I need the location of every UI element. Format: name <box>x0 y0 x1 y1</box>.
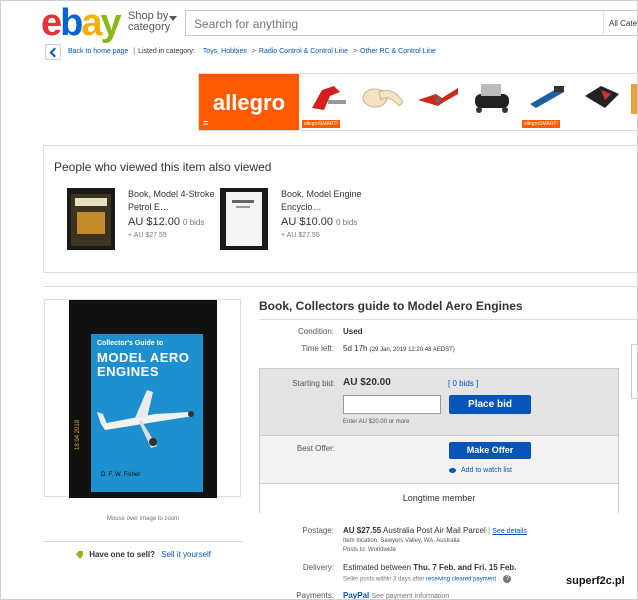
ad-product-compressor[interactable] <box>465 76 519 130</box>
payments-value: PayPal See payment information <box>343 591 450 600</box>
back-to-home-link[interactable]: Back to home page <box>68 48 128 55</box>
watermark: superf2c.pl <box>566 575 625 587</box>
bid-history-link[interactable]: [ 0 bids ] <box>448 379 478 388</box>
date-stamp: 18 04 2018 <box>75 419 81 450</box>
longtime-member-badge: Longtime member <box>402 493 476 503</box>
ad-product-tool[interactable]: allegroSMART! <box>300 76 354 130</box>
breadcrumb: Back to home page | Listed in category: T… <box>68 48 436 55</box>
back-arrow-icon[interactable] <box>45 44 61 60</box>
make-offer-button[interactable]: Make Offer <box>449 442 531 459</box>
time-left-value: 5d 17h (29 Jan, 2019 12:20:48 AEDST) <box>343 344 455 353</box>
item-thumbnail[interactable] <box>67 188 115 250</box>
search-input[interactable]: Search for anything <box>185 10 605 36</box>
see-details-link[interactable]: See details <box>492 528 527 535</box>
postage-label: Postage: <box>302 526 334 535</box>
item-price: AU $12.00 0 bids <box>128 216 205 228</box>
starting-bid-label: Starting bid: <box>292 379 335 388</box>
item-price: AU $10.00 0 bids <box>281 216 358 228</box>
listed-label: Listed in category: <box>138 48 195 55</box>
chevron-down-icon <box>169 16 177 21</box>
item-title[interactable]: Book, Model 4-Stroke Petrol E… <box>128 188 216 214</box>
item-title[interactable]: Book, Model Engine Encyclo… <box>281 188 369 214</box>
shop-by-category-button[interactable]: Shop by category <box>128 11 177 33</box>
ad-product-grinder[interactable]: allegroSMART! <box>520 76 574 130</box>
item-location: Item location: Sawyers Valley, WA, Austr… <box>343 538 460 544</box>
crumb-toys[interactable]: Toys, Hobbies <box>203 48 247 55</box>
ad-product-case[interactable] <box>575 76 629 130</box>
time-left-label: Time left: <box>301 344 334 353</box>
delivery-label: Delivery: <box>302 563 334 572</box>
postage-value: AU $27.55 Australia Post Air Mail Parcel… <box>343 526 527 535</box>
airplane-illustration <box>97 390 194 448</box>
cleared-payment-link[interactable]: receiving cleared payment <box>426 577 496 583</box>
ad-product-partial[interactable] <box>627 76 637 130</box>
side-panel-edge <box>631 344 637 399</box>
bid-box: Starting bid: AU $20.00 [ 0 bids ] Place… <box>259 368 619 513</box>
bid-hint: Enter AU $20.00 or more <box>343 419 410 425</box>
sell-it-yourself-link[interactable]: Sell it yourself <box>161 550 211 559</box>
listing-title: Book, Collectors guide to Model Aero Eng… <box>259 299 523 313</box>
help-icon[interactable]: ? <box>503 575 512 583</box>
condition-label: Condition: <box>297 327 334 336</box>
payments-label: Payments: <box>296 591 334 600</box>
main-image[interactable]: Collector's Guide to MODEL AERO ENGINES … <box>44 299 241 498</box>
eye-icon <box>449 467 456 473</box>
crumb-radio-control[interactable]: Radio Control & Control Line <box>259 48 348 55</box>
starting-bid-value: AU $20.00 <box>343 377 391 388</box>
sell-prompt: Have one to sell? Sell it yourself <box>43 541 243 560</box>
ebay-logo[interactable]: ebay <box>41 3 122 43</box>
best-offer-label: Best Offer: <box>296 444 335 453</box>
crumb-other-rc[interactable]: Other RC & Control Line <box>360 48 436 55</box>
add-to-watch-list-link[interactable]: Add to watch list <box>449 467 512 474</box>
price-tag-icon <box>75 551 83 559</box>
section-divider <box>43 286 637 287</box>
also-viewed-panel: People who viewed this item also viewed … <box>43 145 637 273</box>
ad-product-bandage[interactable] <box>355 76 409 130</box>
item-shipping: + AU $27.55 <box>128 232 167 239</box>
posts-to: Posts to: Worldwide <box>343 547 396 553</box>
seller-posts-note: Seller posts within 3 days after receivi… <box>343 575 512 583</box>
item-shipping: + AU $27.55 <box>281 232 320 239</box>
ad-product-pliers[interactable] <box>410 76 464 130</box>
book-photo[interactable]: Collector's Guide to MODEL AERO ENGINES … <box>69 300 217 498</box>
zoom-hint: Mouse over image to zoom <box>106 516 180 522</box>
condition-value: Used <box>343 327 363 336</box>
delivery-value: Estimated between Thu. 7 Feb. and Fri. 1… <box>343 563 517 572</box>
place-bid-button[interactable]: Place bid <box>449 395 531 414</box>
title-divider <box>259 319 637 320</box>
item-thumbnail[interactable] <box>220 188 268 250</box>
bid-amount-input[interactable] <box>343 395 441 414</box>
book-cover: Collector's Guide to MODEL AERO ENGINES … <box>91 334 203 492</box>
allegro-logo: allegro = <box>199 74 299 130</box>
advertisement-banner[interactable]: allegro = allegroSMART! allegroSMART! <box>198 73 637 131</box>
page: ebay Shop by category Search for anythin… <box>0 0 638 600</box>
category-select[interactable]: All Cate <box>603 10 637 36</box>
also-viewed-heading: People who viewed this item also viewed <box>54 160 272 174</box>
